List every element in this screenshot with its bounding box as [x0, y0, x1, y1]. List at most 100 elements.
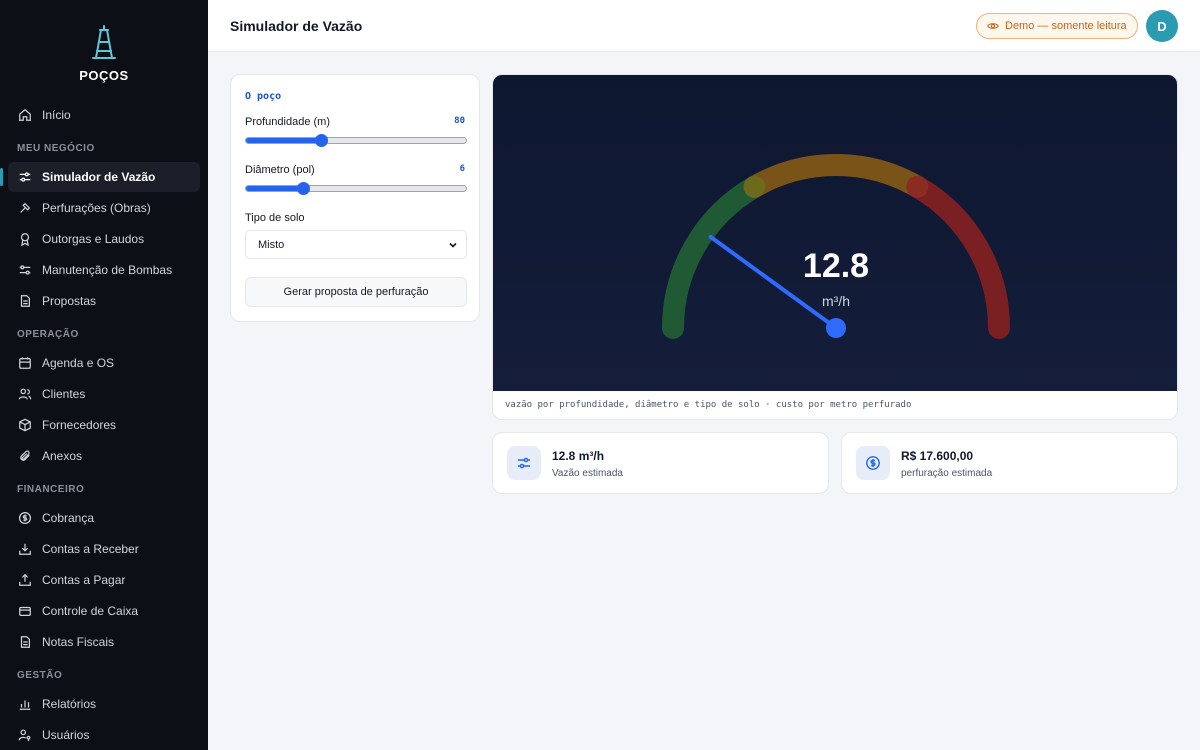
soil-label: Tipo de solo — [245, 212, 305, 224]
sidebar: POÇOS Início MEU NEGÓCIO Simulador de Va… — [0, 0, 208, 750]
sidebar-item-relatorios[interactable]: Relatórios — [8, 689, 200, 719]
brand: POÇOS — [0, 24, 208, 83]
sidebar-item-anexos[interactable]: Anexos — [8, 441, 200, 471]
wrench-icon — [18, 263, 32, 277]
sidebar-item-outorgas[interactable]: Outorgas e Laudos — [8, 224, 200, 254]
section-title: O poço — [245, 91, 282, 102]
sidebar-item-controle-caixa[interactable]: Controle de Caixa — [8, 596, 200, 626]
sidebar-item-propostas[interactable]: Propostas — [8, 286, 200, 316]
sidebar-item-contas-pagar[interactable]: Contas a Pagar — [8, 565, 200, 595]
diameter-slider[interactable] — [245, 182, 467, 195]
soil-select[interactable]: Misto — [245, 230, 467, 259]
diameter-slider-fill — [246, 186, 304, 191]
sidebar-item-agenda[interactable]: Agenda e OS — [8, 348, 200, 378]
gauge-unit: m³/h — [822, 293, 850, 309]
paperclip-icon — [18, 449, 32, 463]
sliders-icon — [507, 446, 541, 480]
gauge-caption: vazão por profundidade, diâmetro e tipo … — [505, 400, 912, 410]
nav-section-operacao: OPERAÇÃO — [17, 329, 79, 340]
sidebar-item-label: Propostas — [42, 294, 97, 308]
upload-icon — [18, 573, 32, 587]
receipt-icon — [18, 635, 32, 649]
sidebar-item-inicio[interactable]: Início — [8, 100, 200, 130]
users-icon — [18, 387, 32, 401]
sidebar-item-contas-receber[interactable]: Contas a Receber — [8, 534, 200, 564]
top-header: Simulador de Vazão Demo — somente leitur… — [208, 0, 1200, 52]
gauge-zone-2 — [749, 154, 923, 197]
depth-slider-fill — [246, 138, 321, 143]
sidebar-item-label: Relatórios — [42, 697, 97, 711]
cost-stat-value: R$ 17.600,00 — [901, 449, 974, 463]
demo-badge-label: Demo — somente leitura — [1005, 20, 1127, 32]
gauge-panel: 12.8 m³/h — [493, 75, 1177, 391]
nav-section-gestao: GESTÃO — [17, 670, 63, 681]
sidebar-item-label: Contas a Pagar — [42, 573, 126, 587]
hammer-icon — [18, 201, 32, 215]
nav-section-meu-negocio: MEU NEGÓCIO — [17, 143, 95, 154]
award-icon — [18, 232, 32, 246]
sidebar-item-usuarios[interactable]: Usuários — [8, 720, 200, 750]
gauge-threshold-marker — [906, 175, 929, 198]
sliders-icon — [18, 170, 32, 184]
sidebar-item-manutencao[interactable]: Manutenção de Bombas — [8, 255, 200, 285]
sidebar-item-label: Cobrança — [42, 511, 95, 525]
diameter-value: 6 — [459, 164, 465, 174]
calendar-icon — [18, 356, 32, 370]
home-icon — [18, 108, 32, 122]
soil-select-value: Misto — [258, 238, 285, 251]
flow-stat-card: 12.8 m³/h Vazão estimada — [492, 432, 829, 494]
brand-name: POÇOS — [79, 68, 129, 83]
sidebar-item-label: Controle de Caixa — [42, 604, 139, 618]
package-icon — [18, 418, 32, 432]
sidebar-item-label: Agenda e OS — [42, 356, 115, 370]
flow-gauge — [662, 154, 1010, 339]
sidebar-item-label: Perfurações (Obras) — [42, 201, 151, 215]
sidebar-item-perfuracoes[interactable]: Perfurações (Obras) — [8, 193, 200, 223]
generate-proposal-button[interactable]: Gerar proposta de perfuração — [245, 277, 467, 307]
sidebar-nav: Início MEU NEGÓCIO Simulador de Vazão Pe… — [0, 100, 200, 750]
sidebar-item-label: Simulador de Vazão — [42, 170, 156, 184]
dollar-circle-icon — [18, 511, 32, 525]
depth-slider-thumb[interactable] — [314, 134, 328, 147]
document-icon — [18, 294, 32, 308]
sidebar-item-fornecedores[interactable]: Fornecedores — [8, 410, 200, 440]
dollar-circle-icon — [856, 446, 890, 480]
sidebar-item-label: Outorgas e Laudos — [42, 232, 145, 246]
flow-stat-label: Vazão estimada — [552, 468, 623, 479]
depth-slider[interactable] — [245, 134, 467, 147]
cost-stat-label: perfuração estimada — [901, 468, 993, 479]
gauge-threshold-marker — [743, 175, 766, 198]
user-key-icon — [18, 728, 32, 742]
sidebar-item-simulador[interactable]: Simulador de Vazão — [0, 162, 200, 192]
sidebar-item-label: Fornecedores — [42, 418, 117, 432]
nav-section-financeiro: FINANCEIRO — [17, 484, 85, 495]
gauge-needle-hub — [826, 318, 846, 338]
sidebar-item-label: Clientes — [42, 387, 86, 401]
gauge-card: 12.8 m³/h vazão por profundidade, diâmet… — [492, 74, 1178, 420]
well-rig-logo — [92, 25, 116, 59]
gauge-value: 12.8 — [802, 247, 870, 285]
diameter-label: Diâmetro (pol) — [245, 164, 315, 176]
sidebar-item-notas-fiscais[interactable]: Notas Fiscais — [8, 627, 200, 657]
sidebar-item-cobranca[interactable]: Cobrança — [8, 503, 200, 533]
demo-badge: Demo — somente leitura — [976, 13, 1138, 39]
avatar[interactable]: D — [1146, 10, 1178, 42]
sidebar-item-label: Manutenção de Bombas — [42, 263, 173, 277]
page-title: Simulador de Vazão — [230, 18, 363, 34]
sidebar-item-label: Contas a Receber — [42, 542, 139, 556]
depth-value: 80 — [454, 116, 465, 126]
flow-stat-value: 12.8 m³/h — [552, 449, 605, 463]
sidebar-item-label: Usuários — [42, 728, 90, 742]
well-form-card: O poço Profundidade (m) 80 Diâmetro (pol… — [230, 74, 480, 322]
sidebar-item-clientes[interactable]: Clientes — [8, 379, 200, 409]
wallet-icon — [18, 604, 32, 618]
eye-icon — [987, 23, 999, 29]
bar-chart-icon — [18, 697, 32, 711]
chevron-down-icon — [449, 242, 457, 248]
sidebar-item-label: Notas Fiscais — [42, 635, 115, 649]
diameter-slider-thumb[interactable] — [297, 182, 311, 195]
sidebar-item-label: Início — [42, 108, 71, 122]
cost-stat-card: R$ 17.600,00 perfuração estimada — [841, 432, 1178, 494]
gauge-zone-1 — [662, 175, 766, 339]
depth-label: Profundidade (m) — [245, 116, 330, 128]
